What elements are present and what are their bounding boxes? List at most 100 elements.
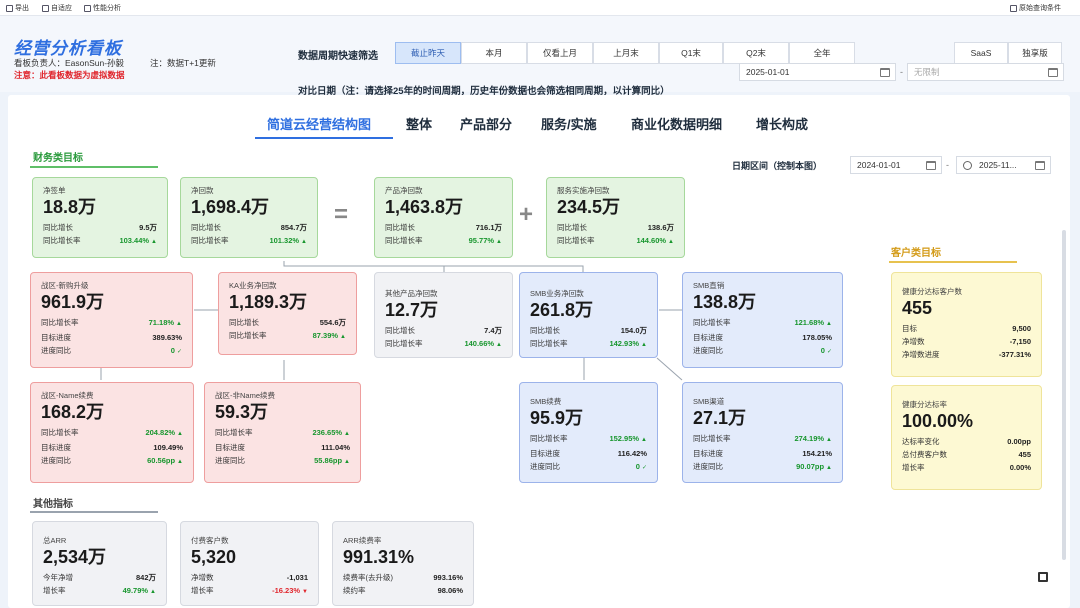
row-value: 0 <box>170 346 175 355</box>
row-value: 103.44% <box>119 236 150 245</box>
card-other-product[interactable]: 其他产品净回款 12.7万 同比增长 7.4万 同比增长率 140.66% ▲ <box>374 272 513 358</box>
card-arr-renew[interactable]: ARR续费率 991.31% 续费率(去升级) 993.16% 续约率 98.06% <box>332 521 474 606</box>
card-zone-name-renew[interactable]: 战区-Name续费 168.2万 同比增长率 204.82% ▲ 目标进度 109.4… <box>30 382 194 483</box>
card-zone-new[interactable]: 战区-新购升级 961.9万 同比增长率 71.18% ▲ 目标进度 389.63% … <box>30 272 193 368</box>
row-value: 101.32% <box>269 236 300 245</box>
row-label: 同比增长 <box>229 318 259 327</box>
date-range-end[interactable]: 2025-11... <box>956 156 1051 174</box>
card-ka-collect[interactable]: KA业务净回款 1,189.3万 同比增长 554.6万 同比增长率 87.39% ▲ <box>218 272 357 355</box>
row-value: 154.21% <box>802 449 832 458</box>
row-label: 进度同比 <box>693 462 723 471</box>
tab-overall[interactable]: 整体 <box>406 114 432 133</box>
update-note: 注：数据T+1更新 <box>150 58 216 68</box>
card-health-customers[interactable]: 健康分达标客户数 455 目标 9,500 净增数 -7,150 净增数进度 -377… <box>891 272 1042 377</box>
card-smb-collect[interactable]: SMB业务净回款 261.8万 同比增长 154.0万 同比增长率 142.93% ▲ <box>519 272 658 358</box>
row-value: 109.49% <box>153 443 183 452</box>
card-net-sign[interactable]: 净签单 18.8万 同比增长 9.5万 同比增长率 103.44% ▲ <box>32 177 168 258</box>
owner-label: 看板负责人：EasonSun-孙毅 <box>14 58 125 68</box>
row-label: 进度同比 <box>215 456 245 465</box>
row-label: 同比增长 <box>557 223 587 232</box>
row-label: 目标进度 <box>530 449 560 458</box>
tab-growth[interactable]: 增长构成 <box>756 114 808 133</box>
perf-button[interactable]: 性能分析 <box>84 3 121 13</box>
up-arrow-icon: ▲ <box>344 431 350 437</box>
row-label: 目标 <box>902 324 917 333</box>
period-button-last-month-end[interactable]: 上月末 <box>593 42 659 64</box>
card-smb-renew[interactable]: SMB续费 95.9万 同比增长率 152.95% ▲ 目标进度 116.42% 进度… <box>519 382 658 483</box>
card-value: 12.7万 <box>385 300 439 320</box>
card-title: 产品净回款 <box>385 186 423 195</box>
period-button-q2-end[interactable]: Q2末 <box>723 42 789 64</box>
period-button-q1-end[interactable]: Q1末 <box>659 42 723 64</box>
query-conditions-button[interactable]: 原始查询条件 <box>1010 3 1061 13</box>
date-range-label: 日期区间（控制本图） <box>732 161 823 171</box>
vertical-scrollbar[interactable] <box>1062 230 1066 560</box>
tab-structure[interactable]: 简道云经营结构图 <box>267 114 371 133</box>
fit-icon <box>42 4 49 12</box>
card-paying-customers[interactable]: 付费客户数 5,320 净增数 -1,031 增长率 -16.23% ▼ <box>180 521 319 606</box>
card-zone-nonname-renew[interactable]: 战区-非Name续费 59.3万 同比增长率 236.65% ▲ 目标进度 111.0… <box>204 382 361 483</box>
card-value: 991.31% <box>343 547 415 567</box>
row-label: 同比增长率 <box>229 331 267 340</box>
card-product-collect[interactable]: 产品净回款 1,463.8万 同比增长 716.1万 同比增长率 95.77% ▲ <box>374 177 513 258</box>
edition-button-saas[interactable]: SaaS <box>954 42 1008 64</box>
row-value: 236.65% <box>312 428 343 437</box>
row-value: 0 <box>820 346 825 355</box>
row-value: 111.04% <box>321 443 350 452</box>
perf-icon <box>84 4 91 12</box>
date-range-start[interactable]: 2024-01-01 <box>850 156 942 174</box>
compare-start-date[interactable]: 2025-01-01 <box>739 63 896 81</box>
row-value: 455 <box>1018 450 1031 459</box>
tab-commercial-detail[interactable]: 商业化数据明细 <box>631 114 722 133</box>
fullscreen-icon[interactable] <box>1038 572 1048 582</box>
up-arrow-icon: ▲ <box>301 239 307 245</box>
compare-end-date[interactable]: 无限制 <box>907 63 1064 81</box>
up-arrow-icon: ▲ <box>668 239 674 245</box>
row-value: 154.0万 <box>620 326 647 335</box>
card-smb-direct[interactable]: SMB直销 138.8万 同比增长率 121.68% ▲ 目标进度 178.05% 进… <box>682 272 843 368</box>
card-health-rate[interactable]: 健康分达标率 100.00% 达标率变化 0.00pp 总付费客户数 455 增长率… <box>891 385 1042 490</box>
calendar-icon <box>880 68 890 77</box>
up-arrow-icon: ▲ <box>826 465 832 471</box>
export-icon <box>6 4 13 12</box>
period-button-last-month[interactable]: 仅看上月 <box>527 42 593 64</box>
row-value: 60.56pp <box>147 456 176 465</box>
top-toolbar: 导出 自适应 性能分析 原始查询条件 <box>0 0 1080 16</box>
edition-button-dedicated[interactable]: 独享版 <box>1008 42 1062 64</box>
card-title: 付费客户数 <box>191 536 229 545</box>
up-arrow-icon: ▲ <box>826 437 832 443</box>
row-label: 目标进度 <box>41 333 71 342</box>
period-filter-label: 数据周期快速筛选 <box>298 51 378 62</box>
period-button-full-year[interactable]: 全年 <box>789 42 855 64</box>
row-label: 目标进度 <box>693 333 723 342</box>
card-service-collect[interactable]: 服务实施净回款 234.5万 同比增长 138.6万 同比增长率 144.60% ▲ <box>546 177 685 258</box>
row-value: 204.82% <box>145 428 176 437</box>
up-arrow-icon: ▲ <box>177 459 183 465</box>
card-title: SMB渠道 <box>693 397 725 406</box>
card-title: 服务实施净回款 <box>557 186 610 195</box>
row-value: 554.6万 <box>319 318 346 327</box>
up-arrow-icon: ▲ <box>826 321 832 327</box>
row-value: 90.07pp <box>796 462 825 471</box>
row-value: 87.39% <box>312 331 339 340</box>
active-tab-underline <box>255 137 393 139</box>
card-smb-channel[interactable]: SMB渠道 27.1万 同比增长率 274.19% ▲ 目标进度 154.21% 进度… <box>682 382 843 483</box>
row-value: 7.4万 <box>484 326 502 335</box>
card-value: 100.00% <box>902 411 974 431</box>
period-button-until-yesterday[interactable]: 截止昨天 <box>395 42 461 64</box>
card-title: 健康分达标客户数 <box>902 287 962 296</box>
period-button-this-month[interactable]: 本月 <box>461 42 527 64</box>
row-label: 进度同比 <box>41 346 71 355</box>
card-net-collect[interactable]: 净回款 1,698.4万 同比增长 854.7万 同比增长率 101.32% ▲ <box>180 177 318 258</box>
row-label: 同比增长 <box>385 223 415 232</box>
export-button[interactable]: 导出 <box>6 3 29 13</box>
tab-service[interactable]: 服务/实施 <box>541 114 597 133</box>
fit-button[interactable]: 自适应 <box>42 3 72 13</box>
card-value: 27.1万 <box>693 408 747 428</box>
card-value: 961.9万 <box>41 292 105 312</box>
row-value: 9,500 <box>1012 324 1031 333</box>
card-arr[interactable]: 总ARR 2,534万 今年净增 842万 增长率 49.79% ▲ <box>32 521 167 606</box>
tab-product[interactable]: 产品部分 <box>460 114 512 133</box>
clock-icon <box>963 161 972 170</box>
range-dash: - <box>946 160 949 170</box>
